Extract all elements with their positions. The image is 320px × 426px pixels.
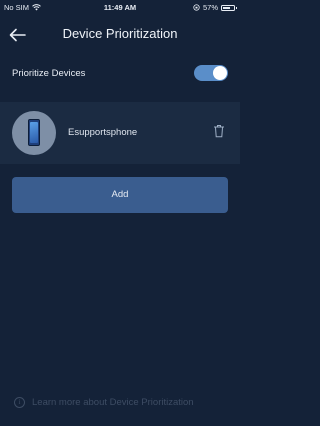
info-icon: i xyxy=(14,397,25,408)
status-bar: No SIM 11:49 AM 57% xyxy=(0,0,240,14)
trash-icon xyxy=(214,125,224,138)
device-avatar xyxy=(12,111,56,155)
learn-more-text: Learn more about Device Prioritization xyxy=(32,397,194,408)
status-right: 57% xyxy=(193,3,237,12)
add-device-button[interactable]: Add xyxy=(12,177,228,213)
battery-percent: 57% xyxy=(202,3,218,12)
prioritize-devices-toggle[interactable] xyxy=(194,65,228,81)
toggle-knob xyxy=(213,66,227,80)
remove-device-button[interactable] xyxy=(213,124,225,138)
header: Device Prioritization xyxy=(0,22,240,48)
orientation-lock-icon xyxy=(193,4,200,11)
smartphone-icon xyxy=(28,119,40,146)
prioritize-devices-row: Prioritize Devices xyxy=(0,62,240,86)
battery-icon xyxy=(221,4,237,11)
device-list-item[interactable]: Esupportsphone xyxy=(0,102,240,164)
learn-more-link[interactable]: i Learn more about Device Prioritization xyxy=(14,397,194,408)
prioritize-devices-label: Prioritize Devices xyxy=(12,68,86,79)
page-title: Device Prioritization xyxy=(62,26,178,41)
device-name: Esupportsphone xyxy=(68,127,138,138)
